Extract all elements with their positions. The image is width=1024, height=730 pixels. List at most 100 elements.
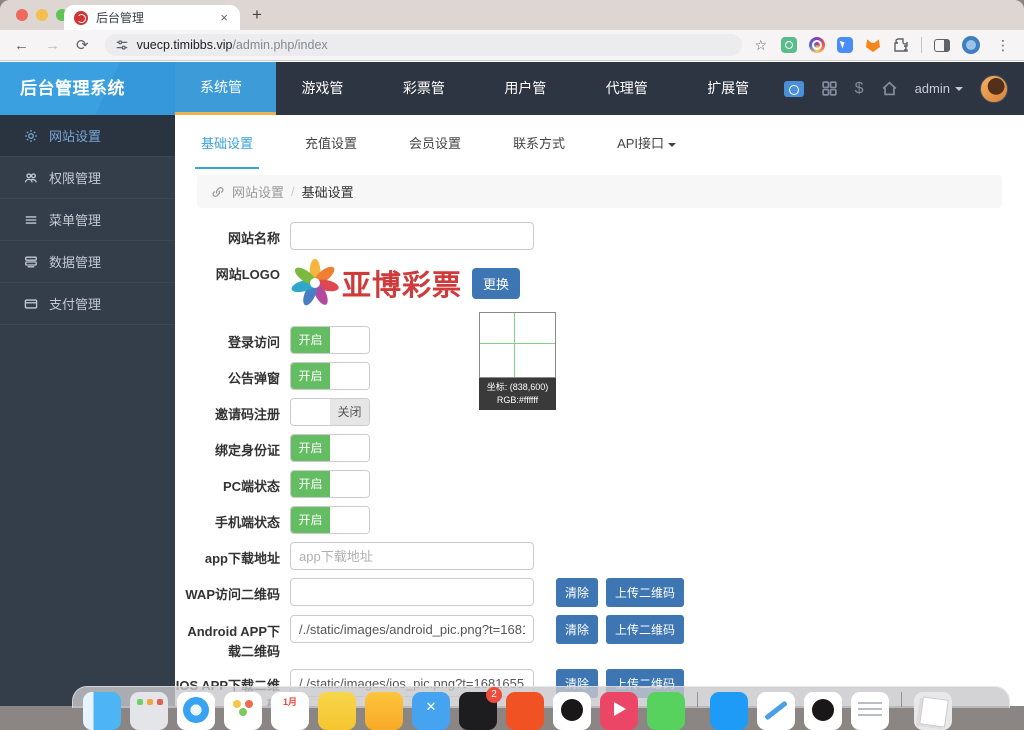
clear-button[interactable]: 清除 <box>556 615 598 644</box>
nav-item-agents[interactable]: 代理管理 <box>581 62 682 115</box>
metamask-fox-icon[interactable] <box>865 37 881 53</box>
sidebar-item-data[interactable]: 数据管理 <box>0 241 175 283</box>
gear-icon <box>24 129 38 143</box>
browser-profile-icon[interactable] <box>962 36 980 54</box>
browser-tab[interactable]: 后台管理 × <box>64 5 240 30</box>
site-settings-icon[interactable] <box>115 38 129 52</box>
android-qr-input[interactable] <box>290 615 534 643</box>
brand-title: 后台管理系统 <box>0 62 175 115</box>
sidebar-item-permissions[interactable]: 权限管理 <box>0 157 175 199</box>
dock-icon-editor[interactable] <box>757 692 795 730</box>
browser-menu-icon[interactable]: ⋮ <box>996 37 1010 54</box>
dock-icon-launchpad[interactable] <box>130 692 168 730</box>
credit-card-icon <box>24 297 38 311</box>
sidebar-item-label: 权限管理 <box>49 168 101 187</box>
site-logo-label: 网站LOGO <box>175 258 290 285</box>
sidebar-item-menus[interactable]: 菜单管理 <box>0 199 175 241</box>
nav-item-lottery[interactable]: 彩票管理 <box>378 62 479 115</box>
nav-item-games[interactable]: 游戏管理 <box>276 62 377 115</box>
dock-icon-music[interactable]: 2 <box>459 692 497 730</box>
clear-button[interactable]: 清除 <box>556 578 598 607</box>
customer-service-icon[interactable] <box>784 81 804 97</box>
dock-icon-reminders[interactable] <box>365 692 403 730</box>
dock-icon-reddit[interactable] <box>506 692 544 730</box>
back-icon[interactable]: ← <box>14 37 29 54</box>
dock-icon-photos[interactable] <box>224 692 262 730</box>
close-window-button[interactable] <box>16 9 28 21</box>
sidebar: 后台管理系统 网站设置 权限管理 菜单管理 数据管理 支付管理 <box>0 62 175 706</box>
dock-icon-notes[interactable] <box>318 692 356 730</box>
bookmark-star-icon[interactable]: ☆ <box>754 37 767 54</box>
breadcrumb-section[interactable]: 网站设置 <box>232 182 284 201</box>
nav-item-extensions[interactable]: 扩展管理 <box>682 62 783 115</box>
tab-basic-settings[interactable]: 基础设置 <box>195 133 259 169</box>
toggle-row-id-binding: 绑定身份证 开启 <box>175 434 1024 462</box>
site-name-row: 网站名称 <box>175 222 1024 250</box>
site-name-input[interactable] <box>290 222 534 250</box>
dock-icon-documents-stack[interactable] <box>914 692 952 730</box>
tab-recharge-settings[interactable]: 充值设置 <box>299 133 363 169</box>
apps-grid-icon[interactable] <box>821 80 838 97</box>
announcement-popup-toggle[interactable]: 开启 <box>290 362 370 390</box>
forward-icon[interactable]: → <box>45 37 60 54</box>
extension-icons: ⋮ <box>781 36 1010 54</box>
id-binding-toggle[interactable]: 开启 <box>290 434 370 462</box>
extension-cursor-icon[interactable] <box>837 37 853 53</box>
reload-icon[interactable]: ⟳ <box>76 36 89 54</box>
toggle-row-mobile-status: 手机端状态 开启 <box>175 506 1024 534</box>
admin-menu[interactable]: admin <box>915 81 963 96</box>
login-access-toggle[interactable]: 开启 <box>290 326 370 354</box>
extensions-puzzle-icon[interactable] <box>893 37 909 53</box>
dock-icon-appstore[interactable] <box>710 692 748 730</box>
url-text: vuecp.timibbs.vip/admin.php/index <box>137 38 328 52</box>
side-panel-icon[interactable] <box>934 39 950 52</box>
change-logo-button[interactable]: 更换 <box>472 268 520 299</box>
site-favicon-icon <box>74 11 88 25</box>
address-bar[interactable]: vuecp.timibbs.vip/admin.php/index <box>105 34 743 56</box>
nav-item-system[interactable]: 系统管理 <box>175 62 276 115</box>
nav-item-users[interactable]: 用户管理 <box>479 62 580 115</box>
avatar[interactable] <box>980 75 1008 103</box>
dollar-icon[interactable]: $ <box>855 80 864 98</box>
dock-icon-github-alt[interactable] <box>804 692 842 730</box>
dock-icon-textedit[interactable] <box>851 692 889 730</box>
dock-icon-player[interactable] <box>600 692 638 730</box>
sidebar-item-payments[interactable]: 支付管理 <box>0 283 175 325</box>
sidebar-item-label: 网站设置 <box>49 126 101 145</box>
tab-member-settings[interactable]: 会员设置 <box>403 133 467 169</box>
link-icon <box>211 185 225 199</box>
tab-api-dropdown[interactable]: API接口 <box>611 133 682 169</box>
calendar-month-label: 1月 <box>271 695 309 708</box>
site-logo-preview: 亚博彩票 更换 <box>290 258 520 308</box>
home-icon[interactable] <box>881 80 898 97</box>
new-tab-button[interactable]: + <box>252 5 262 25</box>
tab-contact[interactable]: 联系方式 <box>507 133 571 169</box>
basic-settings-form: 网站名称 网站LOGO <box>175 208 1024 706</box>
dock-icon-github[interactable] <box>553 692 591 730</box>
mobile-status-toggle[interactable]: 开启 <box>290 506 370 534</box>
dock-icon-wechat[interactable] <box>647 692 685 730</box>
minimize-window-button[interactable] <box>36 9 48 21</box>
tab-close-icon[interactable]: × <box>218 10 230 25</box>
admin-username: admin <box>915 81 950 96</box>
dock-icon-calendar[interactable]: 1月 <box>271 692 309 730</box>
toolbar-divider <box>921 37 922 53</box>
dock-divider <box>697 692 698 707</box>
dock-icon-safari[interactable] <box>177 692 215 730</box>
dock-icon-twitter[interactable] <box>412 692 450 730</box>
database-icon <box>24 255 38 269</box>
dock-icon-finder[interactable] <box>83 692 121 730</box>
settings-tabs: 基础设置 充值设置 会员设置 联系方式 API接口 <box>175 115 1024 169</box>
wap-qr-input[interactable] <box>290 578 534 606</box>
logo-text: 亚博彩票 <box>342 262 462 304</box>
upload-qr-button[interactable]: 上传二维码 <box>606 615 684 644</box>
pc-status-toggle[interactable]: 开启 <box>290 470 370 498</box>
extension-green-icon[interactable] <box>781 37 797 53</box>
app-download-row: app下载地址 <box>175 542 1024 570</box>
extension-camera-icon[interactable] <box>809 37 825 53</box>
users-icon <box>24 171 38 185</box>
app-download-input[interactable] <box>290 542 534 570</box>
invite-code-toggle[interactable]: 关闭 <box>290 398 370 426</box>
upload-qr-button[interactable]: 上传二维码 <box>606 578 684 607</box>
sidebar-item-site-settings[interactable]: 网站设置 <box>0 115 175 157</box>
